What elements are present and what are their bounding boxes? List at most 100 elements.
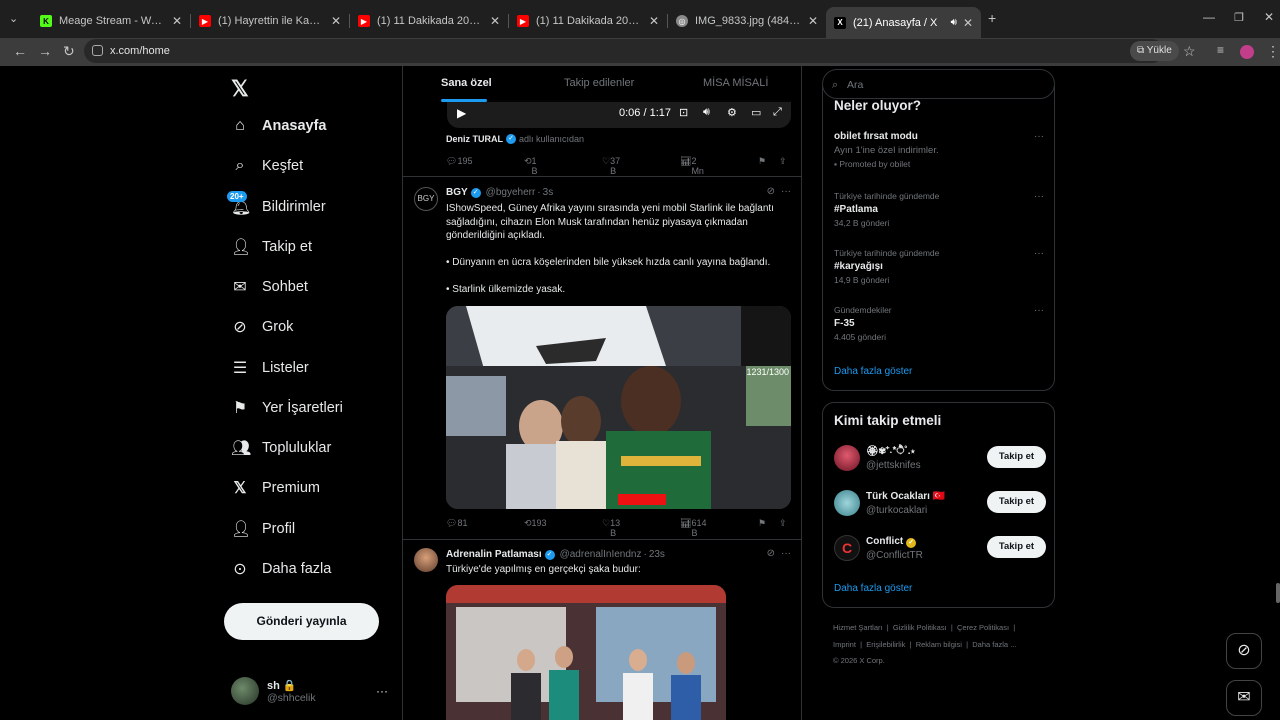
forward-icon[interactable]: → bbox=[38, 43, 52, 59]
browser-tab[interactable]: ▶ (1) 11 Dakikada 2025 - YouTube ✕ bbox=[350, 7, 508, 35]
reading-list-icon[interactable]: ≡ bbox=[1217, 43, 1224, 57]
bookmark-icon[interactable]: ⚑ bbox=[758, 518, 766, 529]
grok-icon[interactable]: ⊘ bbox=[767, 186, 775, 197]
show-more-link[interactable]: Daha fazla göster bbox=[834, 366, 912, 377]
post-video[interactable] bbox=[446, 585, 726, 720]
avatar[interactable] bbox=[834, 490, 860, 516]
trend-item[interactable]: Türkiye tarihinde gündemde #karyağışı 14… bbox=[834, 248, 1044, 285]
grok-icon[interactable]: ⊘ bbox=[767, 548, 775, 559]
browser-tab[interactable]: ▶ (1) Hayrettin ile Kaos Show - 2... ✕ bbox=[191, 7, 349, 35]
nav-item-grok[interactable]: ⊘ Grok bbox=[231, 312, 293, 342]
views-button[interactable]: 📊︎ 2 Mn bbox=[680, 156, 704, 176]
install-app-button[interactable]: ⧉ Yükle bbox=[1130, 41, 1179, 61]
follow-suggestion[interactable]: C Conflict ✓ @ConflictTR Takip et bbox=[834, 535, 1046, 565]
new-tab-icon[interactable]: + bbox=[988, 10, 996, 26]
footer-link[interactable]: Hizmet Şartları bbox=[833, 623, 883, 632]
nav-item-chat[interactable]: ✉ Sohbet bbox=[231, 272, 308, 302]
footer-link[interactable]: Erişilebilirlik bbox=[866, 640, 905, 649]
trend-item[interactable]: obilet fırsat modu Ayın 1'ine özel indir… bbox=[834, 131, 1044, 169]
nav-item-profile[interactable]: 👤︎ Profil bbox=[231, 514, 295, 544]
close-tab-icon[interactable]: ✕ bbox=[963, 16, 973, 30]
bookmark-star-icon[interactable]: ☆ bbox=[1183, 43, 1196, 60]
post-video[interactable]: 1231/1300 bbox=[446, 306, 791, 509]
follow-suggestion[interactable]: Türk Ocakları 🇹🇷 @turkocaklari Takip et bbox=[834, 490, 1046, 520]
footer-link[interactable]: Reklam bilgisi bbox=[916, 640, 962, 649]
like-button[interactable]: ♡ 37 B bbox=[602, 156, 620, 176]
search-input[interactable]: ⌕ Ara bbox=[822, 69, 1055, 99]
close-window-icon[interactable]: ✕ bbox=[1264, 10, 1274, 24]
share-icon[interactable]: ⇪ bbox=[779, 156, 787, 167]
close-tab-icon[interactable]: ✕ bbox=[808, 14, 818, 28]
nav-item-follow[interactable]: 👤︎ Takip et bbox=[231, 232, 312, 262]
reply-button[interactable]: 💬︎ 81 bbox=[446, 518, 467, 529]
footer-link[interactable]: Daha fazla ... bbox=[972, 640, 1016, 649]
site-info-icon[interactable] bbox=[92, 45, 103, 56]
settings-icon[interactable]: ⚙ bbox=[727, 106, 737, 119]
footer-link[interactable]: Imprint bbox=[833, 640, 856, 649]
more-dots-icon[interactable]: ··· bbox=[781, 548, 791, 559]
avatar[interactable] bbox=[414, 548, 438, 572]
close-tab-icon[interactable]: ✕ bbox=[172, 14, 182, 28]
back-icon[interactable]: ← bbox=[13, 43, 27, 59]
avatar[interactable]: C bbox=[834, 535, 860, 561]
captions-icon[interactable]: ⊡ bbox=[679, 106, 688, 119]
url-input[interactable]: x.com/home bbox=[84, 39, 1164, 63]
more-dots-icon[interactable]: ··· bbox=[1034, 131, 1044, 142]
tab-for-you[interactable]: Sana özel bbox=[441, 77, 492, 89]
post[interactable]: Adrenalin Patlaması ✓ @adrenalInIendnz ·… bbox=[403, 540, 801, 720]
browser-tab[interactable]: ◎ IMG_9833.jpg (484×645) ✕ bbox=[668, 7, 826, 35]
post-button[interactable]: Gönderi yayınla bbox=[224, 603, 379, 640]
grok-floating-button[interactable]: ⊘ bbox=[1226, 633, 1262, 669]
more-dots-icon[interactable]: ··· bbox=[1034, 305, 1044, 316]
close-tab-icon[interactable]: ✕ bbox=[490, 14, 500, 28]
nav-item-lists[interactable]: ☰ Listeler bbox=[231, 353, 309, 383]
close-tab-icon[interactable]: ✕ bbox=[331, 14, 341, 28]
more-dots-icon[interactable]: ··· bbox=[1034, 248, 1044, 259]
nav-item-explore[interactable]: ⌕ Keşfet bbox=[231, 151, 304, 181]
speaker-icon[interactable]: 🔊︎ bbox=[951, 17, 957, 28]
follow-button[interactable]: Takip et bbox=[987, 446, 1046, 468]
nav-item-bookmarks[interactable]: ⚑ Yer İşaretleri bbox=[231, 393, 343, 423]
author-handle[interactable]: @adrenalInIendnz bbox=[560, 549, 642, 560]
author-handle[interactable]: @bgyeherr bbox=[486, 187, 536, 198]
follow-button[interactable]: Takip et bbox=[987, 536, 1046, 558]
browser-tab[interactable]: ▶ (1) 11 Dakikada 2025 - YouTube ✕ bbox=[509, 7, 667, 35]
tab-following[interactable]: Takip edilenler bbox=[564, 77, 634, 89]
post-time[interactable]: 23s bbox=[649, 549, 665, 560]
nav-item-home[interactable]: ⌂ Anasayfa bbox=[231, 111, 326, 141]
repost-button[interactable]: ⟲ 193 bbox=[524, 518, 547, 529]
browser-tab-active[interactable]: X (21) Anasayfa / X 🔊︎ ✕ bbox=[826, 7, 981, 38]
avatar[interactable] bbox=[834, 445, 860, 471]
tab-misa-misali[interactable]: MİSA MİSALİ bbox=[703, 77, 768, 89]
bookmark-icon[interactable]: ⚑ bbox=[758, 156, 766, 167]
nav-item-premium[interactable]: 𝕏 Premium bbox=[231, 473, 320, 503]
avatar[interactable]: BGY bbox=[414, 187, 438, 211]
page-scrollbar[interactable] bbox=[1276, 583, 1280, 603]
post-time[interactable]: 3s bbox=[543, 187, 554, 198]
restore-icon[interactable]: ❐ bbox=[1234, 11, 1244, 24]
author-name[interactable]: Adrenalin Patlaması bbox=[446, 549, 542, 560]
video-player-controls[interactable]: ▶ 0:06 / 1:17 ⊡ 🔊︎ ⚙ ▭ ⤢ bbox=[447, 100, 791, 128]
close-tab-icon[interactable]: ✕ bbox=[649, 14, 659, 28]
repost-button[interactable]: ⟲ 1 B bbox=[524, 156, 538, 176]
nav-item-more[interactable]: ⊙ Daha fazla bbox=[231, 554, 331, 584]
follow-suggestion[interactable]: 🏵✾⁺˖*ੈ˚.⋆ @jettsknifes Takip et bbox=[834, 445, 1046, 475]
follow-button[interactable]: Takip et bbox=[987, 491, 1046, 513]
play-icon[interactable]: ▶ bbox=[457, 106, 466, 120]
author-name[interactable]: BGY bbox=[446, 187, 468, 198]
volume-icon[interactable]: 🔊︎ bbox=[703, 106, 710, 119]
show-more-link[interactable]: Daha fazla göster bbox=[834, 583, 912, 594]
pip-icon[interactable]: ▭ bbox=[751, 106, 761, 119]
footer-link[interactable]: Çerez Politikası bbox=[957, 623, 1009, 632]
profile-avatar[interactable] bbox=[1240, 45, 1254, 59]
browser-menu-icon[interactable]: ⋮ bbox=[1266, 43, 1280, 60]
fullscreen-icon[interactable]: ⤢ bbox=[773, 106, 782, 119]
messages-floating-button[interactable]: ✉ bbox=[1226, 680, 1262, 716]
footer-link[interactable]: Gizlilik Politikası bbox=[893, 623, 947, 632]
more-dots-icon[interactable]: ··· bbox=[376, 684, 388, 698]
share-icon[interactable]: ⇪ bbox=[779, 518, 787, 529]
trend-item[interactable]: Gündemdekiler F-35 4.405 gönderi ··· bbox=[834, 305, 1044, 342]
x-logo-icon[interactable]: 𝕏 bbox=[231, 76, 249, 102]
post[interactable]: BGY BGY ✓ @bgyeherr · 3s ⊘ ··· IShowSpee… bbox=[403, 177, 801, 540]
minimize-icon[interactable]: — bbox=[1203, 10, 1215, 24]
